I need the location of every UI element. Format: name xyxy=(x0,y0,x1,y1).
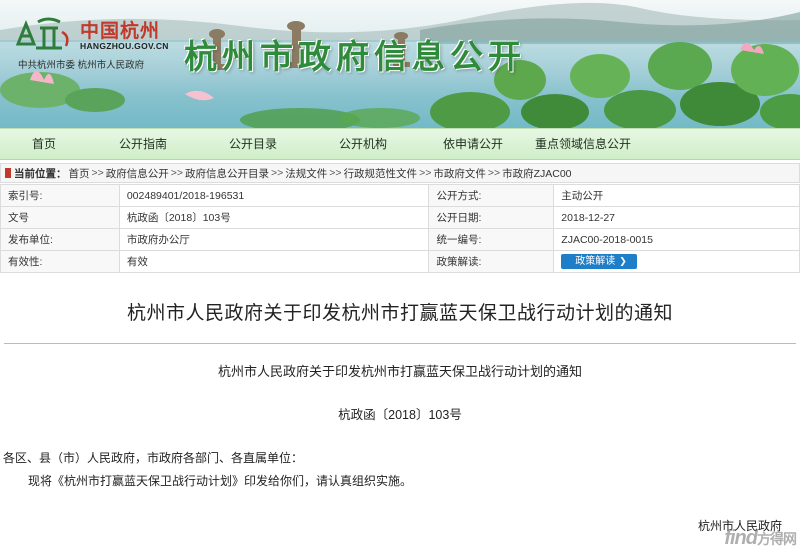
issuer-value: 市政府办公厅 xyxy=(118,228,430,251)
nav-item-agencies[interactable]: 公开机构 xyxy=(308,129,418,159)
breadcrumb-link[interactable]: 市政府文件 xyxy=(433,166,486,181)
logo-title-cn: 中国杭州 xyxy=(80,20,161,42)
breadcrumb-link[interactable]: 行政规范性文件 xyxy=(344,166,418,181)
doc-number-label: 文号 xyxy=(0,206,120,229)
document-paragraph: 现将《杭州市打赢蓝天保卫战行动计划》印发给你们，请认真组织实施。 xyxy=(28,474,413,488)
index-number-value: 002489401/2018-196531 xyxy=(118,184,430,207)
document-subtitle: 杭州市人民政府关于印发杭州市打赢蓝天保卫战行动计划的通知 xyxy=(217,364,582,379)
breadcrumb-separator: >> xyxy=(170,167,184,179)
site-title: 杭州市政府信息公开 xyxy=(184,37,526,76)
document-salutation: 各区、县（市）人民政府，市政府各部门、各直属单位： xyxy=(3,451,304,465)
hangzhou-emblem-icon xyxy=(15,17,69,50)
main-nav: 首页 公开指南 公开目录 公开机构 依申请公开 重点领域信息公开 xyxy=(0,128,800,160)
issuer-label: 发布单位: xyxy=(0,228,120,251)
watermark-text: find xyxy=(724,527,758,549)
breadcrumb-separator: >> xyxy=(271,167,284,179)
breadcrumb-label: 当前位置： xyxy=(14,167,67,180)
site-logo[interactable]: 中国杭州 HANGZHOU.GOV.CN 中共杭州市委 杭州市人民政府 xyxy=(14,14,174,71)
document-info-table: 索引号: 002489401/2018-196531 公开方式: 主动公开 文号… xyxy=(0,184,800,273)
nav-item-application[interactable]: 依申请公开 xyxy=(418,129,528,159)
policy-interpretation-cell: 政策解读 ❯ xyxy=(553,250,800,273)
policy-interpretation-button[interactable]: 政策解读 ❯ xyxy=(561,254,637,269)
table-row: 文号 杭政函〔2018〕103号 公开日期: 2018-12-27 xyxy=(0,206,800,229)
unified-number-value: ZJAC00-2018-0015 xyxy=(553,228,800,251)
watermark-suffix: 方得网 xyxy=(757,531,797,547)
breadcrumb-separator: >> xyxy=(329,167,342,179)
policy-interpretation-label: 政策解读: xyxy=(428,250,555,273)
doc-number-value: 杭政函〔2018〕103号 xyxy=(118,206,430,229)
policy-interpretation-button-label: 政策解读 xyxy=(575,256,616,267)
chevron-right-icon: ❯ xyxy=(619,256,627,266)
breadcrumb-current[interactable]: 市政府ZJAC00 xyxy=(502,166,571,181)
publish-date-value: 2018-12-27 xyxy=(553,206,800,229)
disclosure-method-value: 主动公开 xyxy=(553,184,800,207)
disclosure-method-label: 公开方式: xyxy=(428,184,555,207)
publish-date-label: 公开日期: xyxy=(428,206,555,229)
divider xyxy=(4,343,796,344)
breadcrumb-link[interactable]: 政府信息公开目录 xyxy=(185,166,269,181)
validity-label: 有效性: xyxy=(0,250,120,273)
table-row: 发布单位: 市政府办公厅 统一编号: ZJAC00-2018-0015 xyxy=(0,228,800,251)
watermark: find方得网 xyxy=(724,527,797,550)
breadcrumb-link[interactable]: 政府信息公开 xyxy=(106,166,169,181)
nav-item-catalog[interactable]: 公开目录 xyxy=(198,129,308,159)
logo-domain: HANGZHOU.GOV.CN xyxy=(80,41,169,51)
table-row: 有效性: 有效 政策解读: 政策解读 ❯ xyxy=(0,250,800,273)
logo-subtitle: 中共杭州市委 杭州市人民政府 xyxy=(18,60,145,71)
breadcrumb-separator: >> xyxy=(91,167,104,179)
breadcrumb-separator: >> xyxy=(419,167,432,179)
document-title: 杭州市人民政府关于印发杭州市打赢蓝天保卫战行动计划的通知 xyxy=(126,303,673,324)
table-row: 索引号: 002489401/2018-196531 公开方式: 主动公开 xyxy=(0,184,800,207)
breadcrumb-separator: >> xyxy=(487,167,501,179)
nav-item-guide[interactable]: 公开指南 xyxy=(88,129,198,159)
breadcrumb: 当前位置： 首页 >> 政府信息公开 >> 政府信息公开目录 >> 法规文件 >… xyxy=(0,163,800,183)
unified-number-label: 统一编号: xyxy=(428,228,555,251)
breadcrumb-link[interactable]: 首页 xyxy=(69,166,90,181)
breadcrumb-marker-icon xyxy=(5,168,11,178)
header-banner: 中国杭州 HANGZHOU.GOV.CN 中共杭州市委 杭州市人民政府 杭州市政… xyxy=(0,0,800,128)
index-number-label: 索引号: xyxy=(0,184,120,207)
validity-value: 有效 xyxy=(118,250,430,273)
nav-item-home[interactable]: 首页 xyxy=(0,129,88,159)
document-number: 杭政函〔2018〕103号 xyxy=(338,408,462,422)
breadcrumb-link[interactable]: 法规文件 xyxy=(285,166,327,181)
nav-item-key-areas[interactable]: 重点领域信息公开 xyxy=(528,129,638,159)
